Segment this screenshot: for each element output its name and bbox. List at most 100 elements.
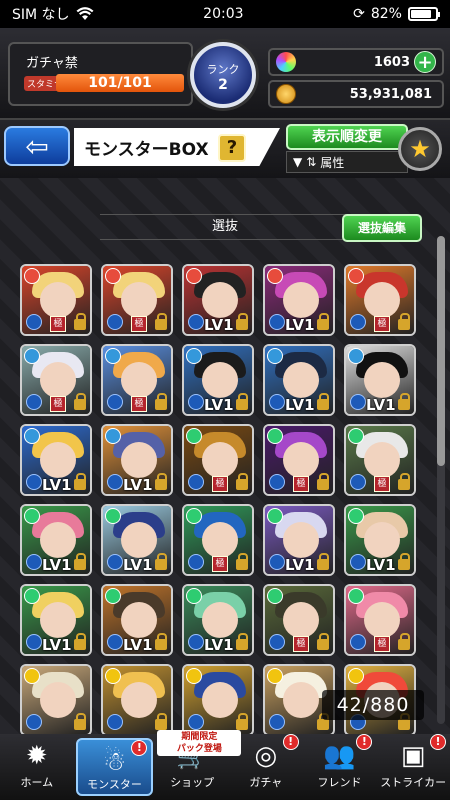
monster-card[interactable]: 極 (344, 424, 416, 496)
nav-home[interactable]: ✹ ホーム (0, 734, 74, 800)
monster-card[interactable]: 極 (20, 344, 92, 416)
element-icon (267, 508, 283, 524)
element-icon (24, 588, 40, 604)
element-icon (186, 268, 202, 284)
monster-card[interactable]: LV1 (263, 504, 335, 576)
monster-face (40, 522, 76, 558)
token-icon (107, 634, 123, 650)
level-label: LV1 (123, 636, 153, 654)
monster-card[interactable]: 極 (263, 584, 335, 656)
monster-card[interactable]: 極 (263, 424, 335, 496)
scroll-thumb[interactable] (437, 236, 445, 466)
monster-card[interactable]: LV1 (20, 504, 92, 576)
nav-friend[interactable]: 👥 フレンド! (303, 734, 377, 800)
battery-percent: 82% (370, 6, 402, 22)
element-icon (186, 348, 202, 364)
element-icon (24, 428, 40, 444)
monster-card[interactable]: LV1 (182, 264, 254, 336)
nav-monster[interactable]: ☃ モンスター! (75, 738, 154, 796)
token-icon (188, 474, 204, 490)
level-label: LV1 (123, 556, 153, 574)
token-icon (26, 554, 42, 570)
token-icon (107, 394, 123, 410)
sort-filter-label: 属性 (320, 155, 345, 170)
token-icon (107, 714, 123, 730)
monster-card[interactable]: LV1 (101, 424, 173, 496)
element-icon (105, 668, 121, 684)
monster-card[interactable]: LV1 (101, 584, 173, 656)
monster-card[interactable]: LV1 (263, 344, 335, 416)
lock-icon (155, 553, 167, 570)
scrollbar[interactable] (437, 236, 445, 724)
monster-card[interactable]: 極 (344, 584, 416, 656)
monster-card[interactable]: LV1 (344, 504, 416, 576)
element-icon (24, 508, 40, 524)
monster-card[interactable] (20, 664, 92, 736)
monster-card[interactable]: LV1 (263, 264, 335, 336)
monster-card[interactable]: LV1 (20, 584, 92, 656)
gold-counter: 53,931,081 (268, 80, 444, 108)
nav-label: ガチャ (249, 776, 283, 789)
monster-card[interactable]: 極 (101, 264, 173, 336)
player-panel[interactable]: ガチャ禁 スタミナ 101/101 (8, 42, 193, 106)
lock-icon (317, 473, 329, 490)
rank-badge[interactable]: ランク 2 (190, 42, 256, 108)
battery-fill (410, 10, 431, 18)
back-button[interactable]: ⇦ (4, 126, 70, 166)
monster-card[interactable]: 極 (344, 264, 416, 336)
monster-card[interactable]: LV1 (182, 344, 254, 416)
lock-icon (236, 553, 248, 570)
token-icon (188, 634, 204, 650)
sort-filter[interactable]: ▼ ⇅ 属性 (286, 151, 408, 173)
monster-face (364, 442, 400, 478)
monster-card[interactable]: 極 (101, 344, 173, 416)
lock-icon (74, 553, 86, 570)
buy-orbs-button[interactable]: + (414, 51, 436, 73)
monster-face (40, 442, 76, 478)
favorite-button[interactable]: ★ (398, 127, 442, 171)
max-badge-icon: 極 (212, 476, 228, 492)
section-header: 選抜 (100, 214, 350, 240)
nav-cart[interactable]: 🛒ショップ!期間限定 パック登場 (155, 730, 242, 800)
monster-box: 選抜 選抜編集 極極 LV1 LV1 極極極 LV1 LV1 LV1 LV1 LV1 極極極 LV1… (0, 178, 450, 736)
rank-label: ランク (206, 63, 240, 76)
monster-card[interactable]: 極 (20, 264, 92, 336)
token-icon (26, 714, 42, 730)
token-icon (26, 314, 42, 330)
monster-face (202, 602, 238, 638)
nav-striker[interactable]: ▣ ストライカー! (376, 734, 450, 800)
monster-card[interactable] (101, 664, 173, 736)
monster-face (40, 602, 76, 638)
notification-badge: ! (131, 740, 148, 756)
monster-face (121, 602, 157, 638)
orb-counter: 1603 + (268, 48, 444, 76)
monster-card[interactable]: LV1 (344, 344, 416, 416)
monster-card[interactable]: LV1 (20, 424, 92, 496)
element-icon (186, 508, 202, 524)
monster-card[interactable]: 極 (182, 424, 254, 496)
element-icon (105, 428, 121, 444)
element-icon (267, 428, 283, 444)
lock-icon (155, 393, 167, 410)
lock-icon (236, 393, 248, 410)
monster-face (283, 362, 319, 398)
lock-icon (155, 473, 167, 490)
monster-card[interactable]: 極 (182, 504, 254, 576)
token-icon (269, 554, 285, 570)
element-icon (348, 508, 364, 524)
sort-order-button[interactable]: 表示順変更 (286, 124, 408, 150)
edit-selection-button[interactable]: 選抜編集 (342, 214, 422, 242)
element-icon (24, 348, 40, 364)
nav-label: ストライカー (380, 776, 447, 789)
nav-gacha[interactable]: ◎ ガチャ! (229, 734, 303, 800)
lock-icon (74, 713, 86, 730)
rank-value: 2 (218, 77, 228, 93)
lock-icon (74, 313, 86, 330)
player-name: ガチャ禁 (26, 56, 78, 71)
monster-card[interactable]: LV1 (182, 584, 254, 656)
max-badge-icon: 極 (50, 396, 66, 412)
monster-card[interactable] (182, 664, 254, 736)
monster-face (283, 682, 319, 718)
monster-card[interactable]: LV1 (101, 504, 173, 576)
help-button[interactable]: ? (218, 134, 246, 162)
